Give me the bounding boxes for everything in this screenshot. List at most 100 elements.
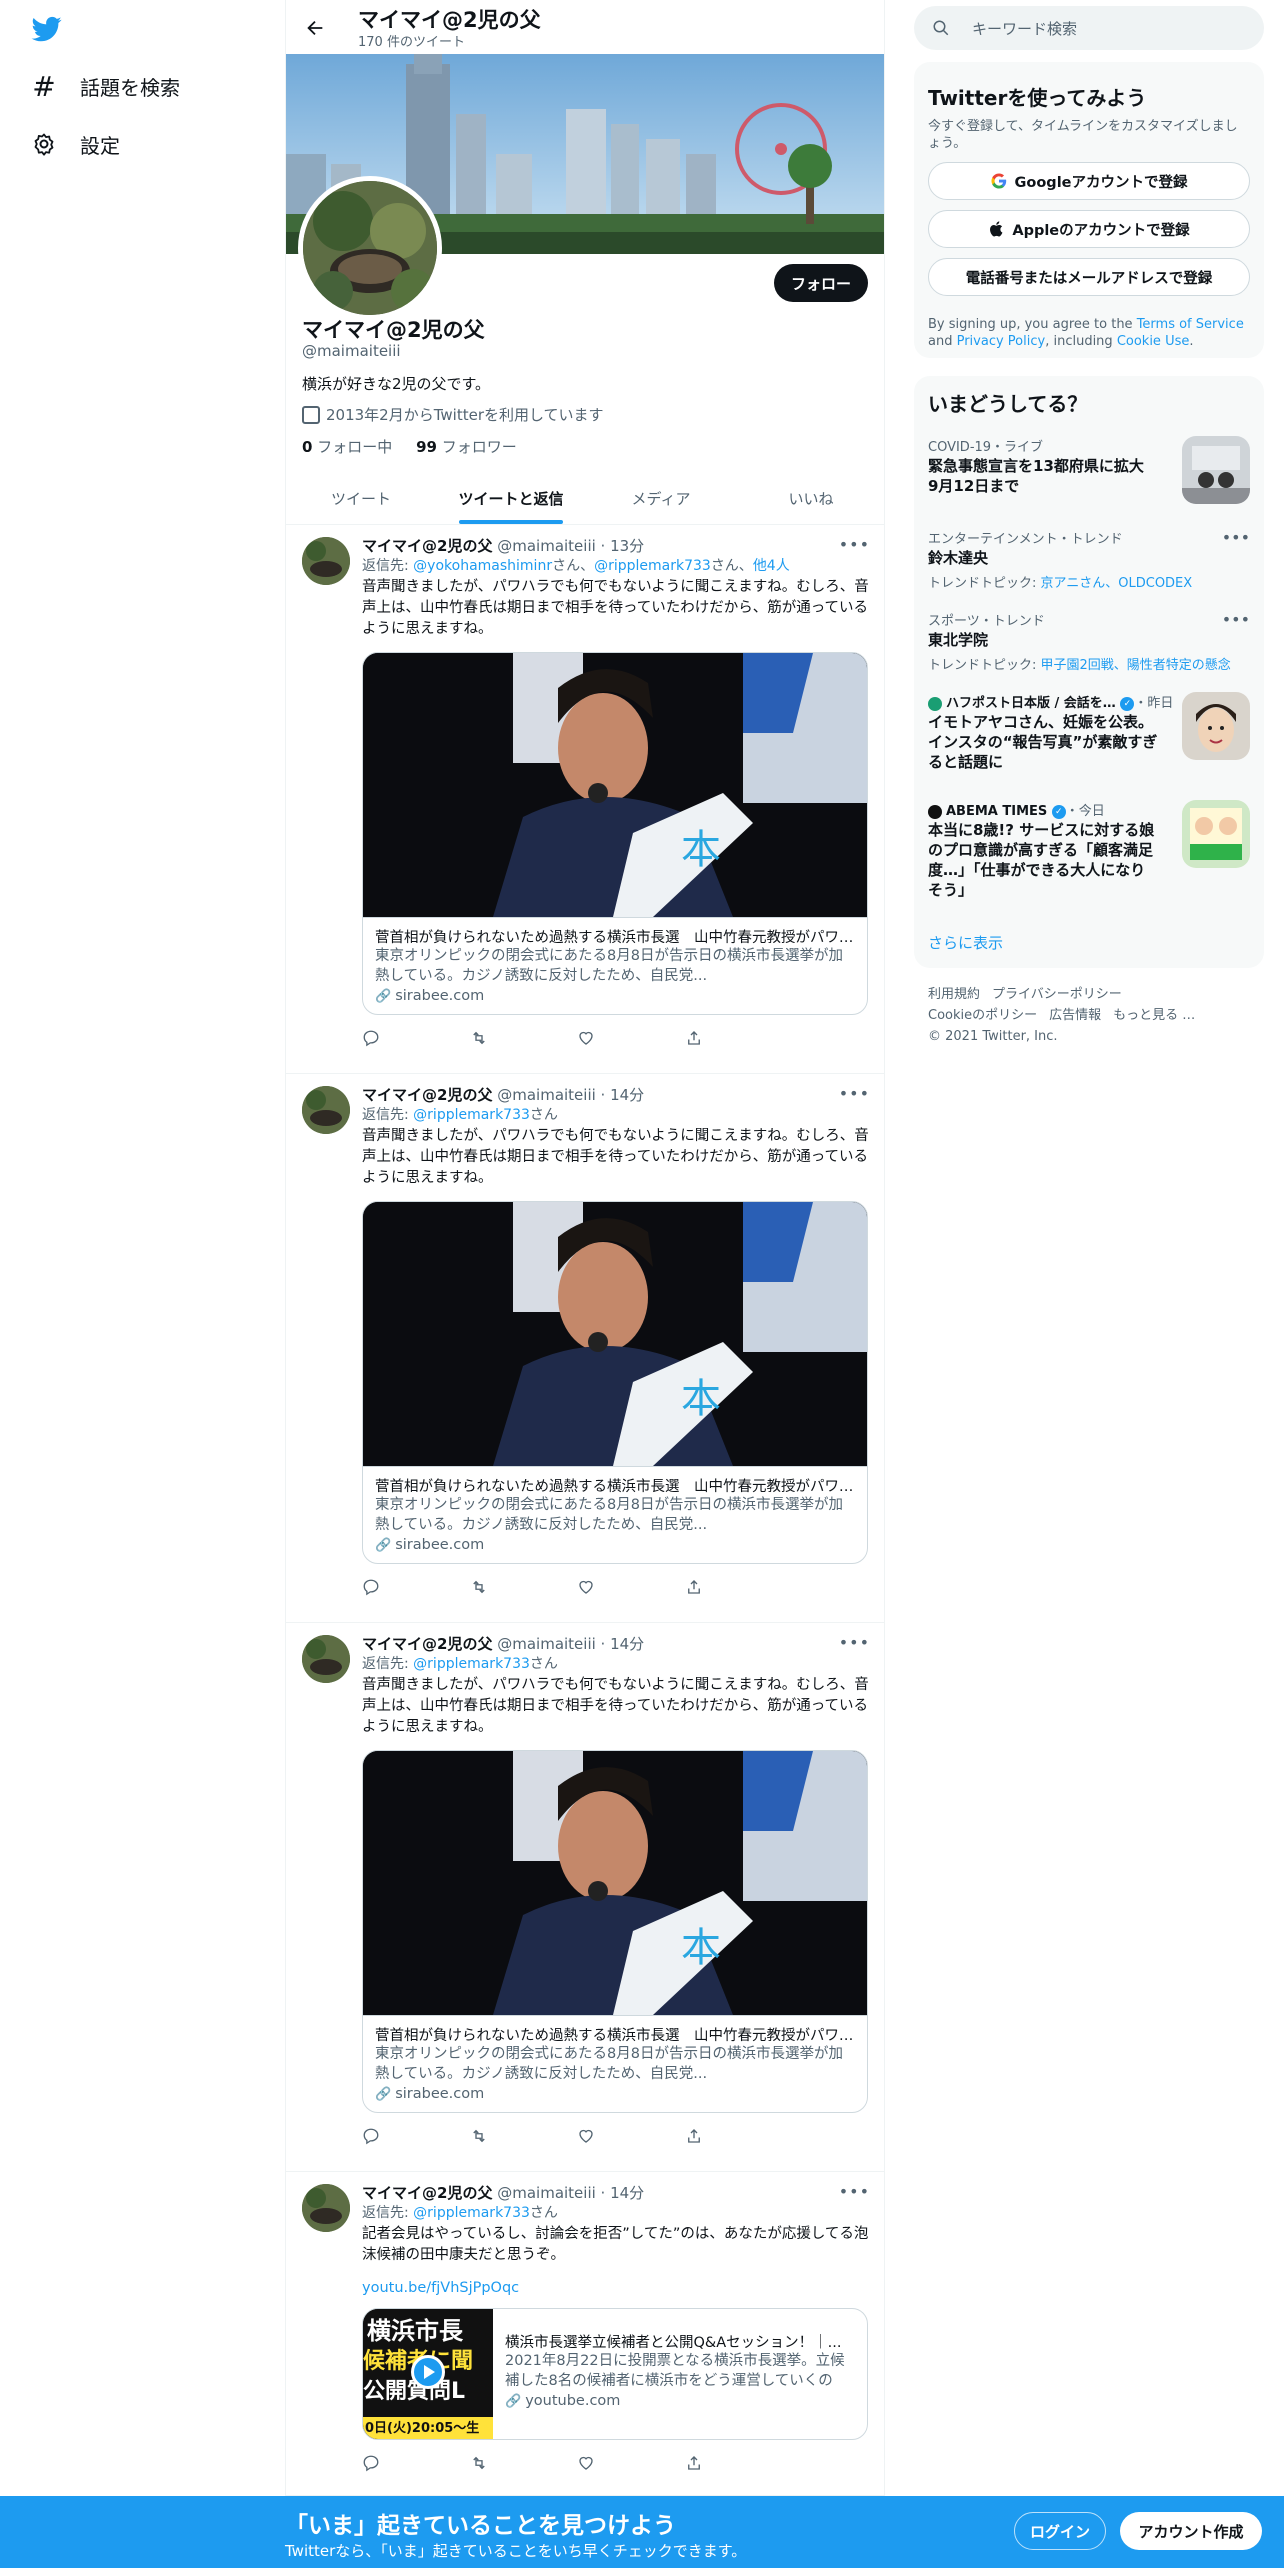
- trend-item[interactable]: ハフポスト日本版 / 会話を… ✓ ・昨日 イモトアヤコさん、妊娠を公表。インスタ…: [914, 692, 1264, 792]
- footer-link[interactable]: 利用規約: [928, 987, 980, 1002]
- like-icon[interactable]: [577, 2125, 685, 2147]
- back-arrow-icon[interactable]: [298, 11, 332, 45]
- more-options-icon[interactable]: •••: [839, 1633, 870, 1652]
- link-card[interactable]: 本 菅首相が負けられないため過熱する横浜市長選 山中竹春元教授がパワハラ疑惑 東…: [362, 652, 868, 1015]
- share-icon[interactable]: [685, 1027, 793, 1049]
- privacy-link[interactable]: Privacy Policy: [957, 334, 1046, 349]
- more-options-icon[interactable]: •••: [839, 1084, 870, 1103]
- trend-topic-links[interactable]: 甲子園2回戦、陽性者特定の懸念: [1041, 658, 1231, 673]
- share-icon[interactable]: [685, 2452, 793, 2474]
- card-title: 菅首相が負けられないため過熱する横浜市長選 山中竹春元教授がパワハラ疑惑: [375, 1479, 855, 1495]
- like-icon[interactable]: [577, 1576, 685, 1598]
- retweet-icon[interactable]: [470, 1027, 578, 1049]
- retweet-icon[interactable]: [470, 2125, 578, 2147]
- footer-link[interactable]: 広告情報: [1049, 1008, 1101, 1023]
- trend-topic-links[interactable]: 京アニさん、OLDCODEX: [1041, 576, 1193, 591]
- play-icon[interactable]: [411, 2355, 445, 2389]
- thumb-line: 横浜市長: [367, 2311, 463, 2346]
- more-options-icon[interactable]: •••: [839, 2182, 870, 2201]
- tweet[interactable]: マイマイ@2児の父 @maimaiteiii · 13分 ••• 返信先: @y…: [286, 525, 884, 1074]
- copyright: © 2021 Twitter, Inc.: [928, 1029, 1058, 1044]
- tweet[interactable]: マイマイ@2児の父 @maimaiteiii · 14分 ••• 返信先: @r…: [286, 2172, 884, 2496]
- footer-links: 利用規約 プライバシーポリシー Cookieのポリシー 広告情報 もっと見る … © …: [928, 984, 1248, 1047]
- share-icon[interactable]: [685, 1576, 793, 1598]
- trend-name: 緊急事態宣言を13都府県に拡大 9月12日まで: [928, 457, 1144, 495]
- retweet-icon[interactable]: [470, 1576, 578, 1598]
- profile-avatar[interactable]: [298, 176, 442, 320]
- share-icon[interactable]: [685, 2125, 793, 2147]
- tweet-author-name[interactable]: マイマイ@2児の父: [362, 537, 492, 555]
- login-button[interactable]: ログイン: [1014, 2512, 1106, 2550]
- more-options-icon[interactable]: •••: [1222, 528, 1250, 547]
- like-icon[interactable]: [577, 2452, 685, 2474]
- reply-mention[interactable]: @ripplemark733: [413, 1656, 530, 1672]
- tab-likes[interactable]: いいね: [736, 472, 884, 524]
- link-card[interactable]: 本 菅首相が負けられないため過熱する横浜市長選 山中竹春元教授がパワハラ疑惑 東…: [362, 1201, 868, 1564]
- show-more-link[interactable]: さらに表示: [928, 932, 1003, 953]
- tweet[interactable]: マイマイ@2児の父 @maimaiteiii · 14分 ••• 返信先: @r…: [286, 1623, 884, 2172]
- footer-link[interactable]: もっと見る …: [1113, 1008, 1195, 1023]
- following-link[interactable]: 0 フォロー中: [302, 438, 392, 456]
- footer-link[interactable]: プライバシーポリシー: [992, 987, 1122, 1002]
- profile-tabs: ツイート ツイートと返信 メディア いいね: [286, 472, 884, 525]
- phone-email-signup-button[interactable]: 電話番号またはメールアドレスで登録: [928, 258, 1250, 296]
- more-options-icon[interactable]: •••: [839, 535, 870, 554]
- tweet-avatar[interactable]: [302, 2184, 350, 2232]
- tweet-avatar[interactable]: [302, 1086, 350, 1134]
- trend-thumbnail: [1182, 436, 1250, 504]
- tab-media[interactable]: メディア: [586, 472, 736, 524]
- trend-meta: スポーツ・トレンド: [928, 614, 1045, 629]
- card-title: 菅首相が負けられないため過熱する横浜市長選 山中竹春元教授がパワハラ疑惑: [375, 2028, 855, 2044]
- joined-text: 2013年2月からTwitterを利用しています: [326, 406, 604, 424]
- tweet-author-name[interactable]: マイマイ@2児の父: [362, 2184, 492, 2202]
- source-icon: [928, 696, 942, 711]
- trend-item[interactable]: エンターテインメント・トレンド ••• 鈴木達央 トレンドトピック: 京アニさん…: [914, 528, 1264, 598]
- signup-banner: 「いま」起きていることを見つけよう Twitterなら、「いま」起きていることを…: [0, 2496, 1284, 2568]
- followers-link[interactable]: 99 フォロワー: [416, 438, 517, 456]
- google-signup-button[interactable]: Googleアカウントで登録: [928, 162, 1250, 200]
- hashtag-icon: #: [32, 69, 56, 103]
- terms-link[interactable]: Terms of Service: [1137, 317, 1244, 332]
- reply-mention[interactable]: @ripplemark733: [594, 558, 711, 574]
- reply-others-link[interactable]: 他4人: [753, 558, 790, 574]
- reply-mention[interactable]: @ripplemark733: [413, 2205, 530, 2221]
- tweet-text: 音声聞きましたが、パワハラでも何でもないように聞こえますね。むしろ、音声上は、山…: [362, 1128, 869, 1186]
- tweet-author-name[interactable]: マイマイ@2児の父: [362, 1086, 492, 1104]
- nav-explore[interactable]: # 話題を検索: [30, 66, 180, 106]
- tweet-handle-time: @maimaiteiii · 14分: [497, 1635, 645, 1653]
- search-input[interactable]: キーワード検索: [914, 6, 1264, 50]
- retweet-icon[interactable]: [470, 2452, 578, 2474]
- tab-tweets-and-replies[interactable]: ツイートと返信: [436, 472, 586, 524]
- tweet-avatar[interactable]: [302, 1635, 350, 1683]
- twitter-logo-icon[interactable]: [30, 14, 64, 44]
- reply-mention[interactable]: @yokohamashiminr: [413, 558, 552, 574]
- source-icon: [928, 804, 942, 819]
- like-icon[interactable]: [577, 1027, 685, 1049]
- reply-icon[interactable]: [362, 2452, 470, 2474]
- trend-item[interactable]: ABEMA TIMES ✓ ・今日 本当に8歳!? サービスに対する娘のプロ意識が…: [914, 800, 1264, 910]
- tweet-author-name[interactable]: マイマイ@2児の父: [362, 1635, 492, 1653]
- trend-item[interactable]: スポーツ・トレンド ••• 東北学院 トレンドトピック: 甲子園2回戦、陽性者特…: [914, 610, 1264, 680]
- tweet-link[interactable]: youtu.be/fjVhSjPpOqc: [362, 2280, 519, 2296]
- tweet[interactable]: マイマイ@2児の父 @maimaiteiii · 14分 ••• 返信先: @r…: [286, 1074, 884, 1623]
- follow-button[interactable]: フォロー: [774, 264, 868, 302]
- reply-icon[interactable]: [362, 2125, 470, 2147]
- cookie-link[interactable]: Cookie Use: [1117, 334, 1190, 349]
- footer-link[interactable]: Cookieのポリシー: [928, 1008, 1037, 1023]
- trend-name: イモトアヤコさん、妊娠を公表。インスタの“報告写真”が素敵すぎると話題に: [928, 713, 1158, 771]
- tab-tweets[interactable]: ツイート: [286, 472, 436, 524]
- reply-icon[interactable]: [362, 1027, 470, 1049]
- reply-icon[interactable]: [362, 1576, 470, 1598]
- reply-mention[interactable]: @ripplemark733: [413, 1107, 530, 1123]
- reply-to: 返信先: @ripplemark733さん: [362, 2205, 558, 2221]
- link-card[interactable]: 本 菅首相が負けられないため過熱する横浜市長選 山中竹春元教授がパワハラ疑惑 東…: [362, 1750, 868, 2113]
- nav-settings[interactable]: 設定: [30, 124, 120, 164]
- tweet-avatar[interactable]: [302, 537, 350, 585]
- trends-title: いまどうしてる？: [928, 392, 1088, 416]
- link-card[interactable]: 横浜市長 候補者に聞 公開質問L 0日(火)20:05〜生 横浜市長選挙立候補者…: [362, 2308, 868, 2440]
- apple-icon: [990, 221, 1003, 237]
- apple-signup-button[interactable]: Appleのアカウントで登録: [928, 210, 1250, 248]
- reply-to: 返信先: @yokohamashiminrさん、@ripplemark733さん…: [362, 558, 790, 574]
- create-account-button[interactable]: アカウント作成: [1120, 2512, 1262, 2550]
- more-options-icon[interactable]: •••: [1222, 610, 1250, 629]
